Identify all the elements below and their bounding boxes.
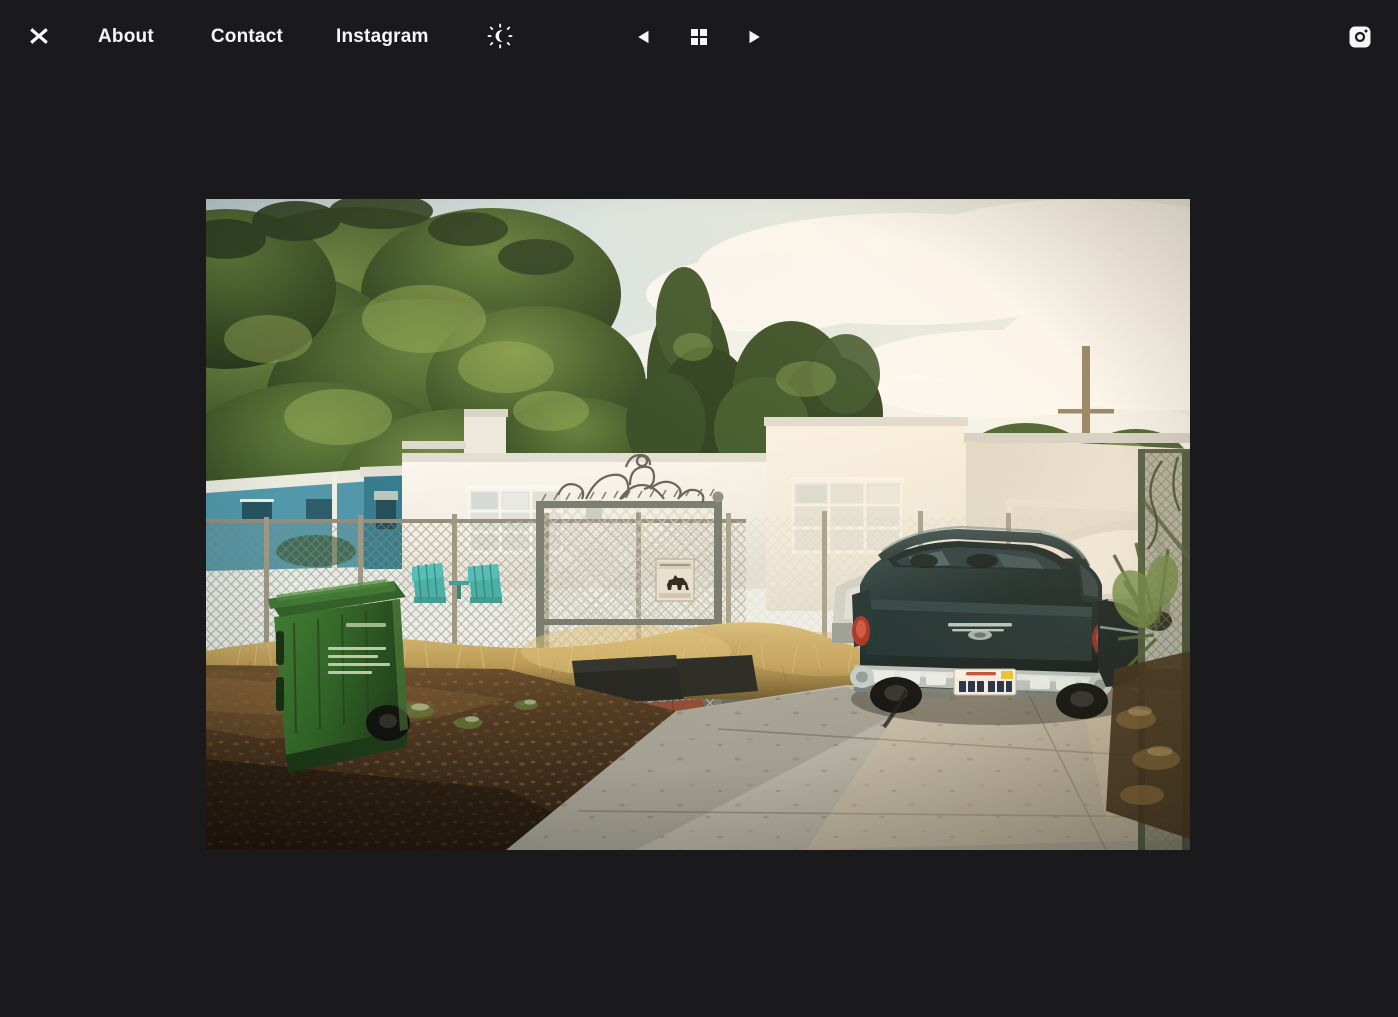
camera-icon[interactable] [1346, 23, 1374, 51]
photo-stage: 8HWC202 BEWARE OF DOG [0, 0, 1398, 1017]
close-icon[interactable] [22, 19, 56, 53]
top-navigation-bar: About Contact Instagram [0, 0, 1398, 72]
grid-2x2-icon[interactable] [684, 22, 714, 52]
nav-link-contact[interactable]: Contact [211, 27, 283, 46]
sun-moon-icon[interactable] [485, 21, 515, 51]
triangle-left-icon[interactable] [629, 22, 659, 52]
nav-link-about[interactable]: About [98, 27, 154, 46]
nav-link-instagram[interactable]: Instagram [336, 27, 429, 46]
photo-pager-controls [629, 22, 769, 52]
photo-viewer-image[interactable]: 8HWC202 BEWARE OF DOG [206, 199, 1190, 850]
triangle-right-icon[interactable] [739, 22, 769, 52]
nav-left-group: About Contact Instagram [0, 19, 515, 53]
